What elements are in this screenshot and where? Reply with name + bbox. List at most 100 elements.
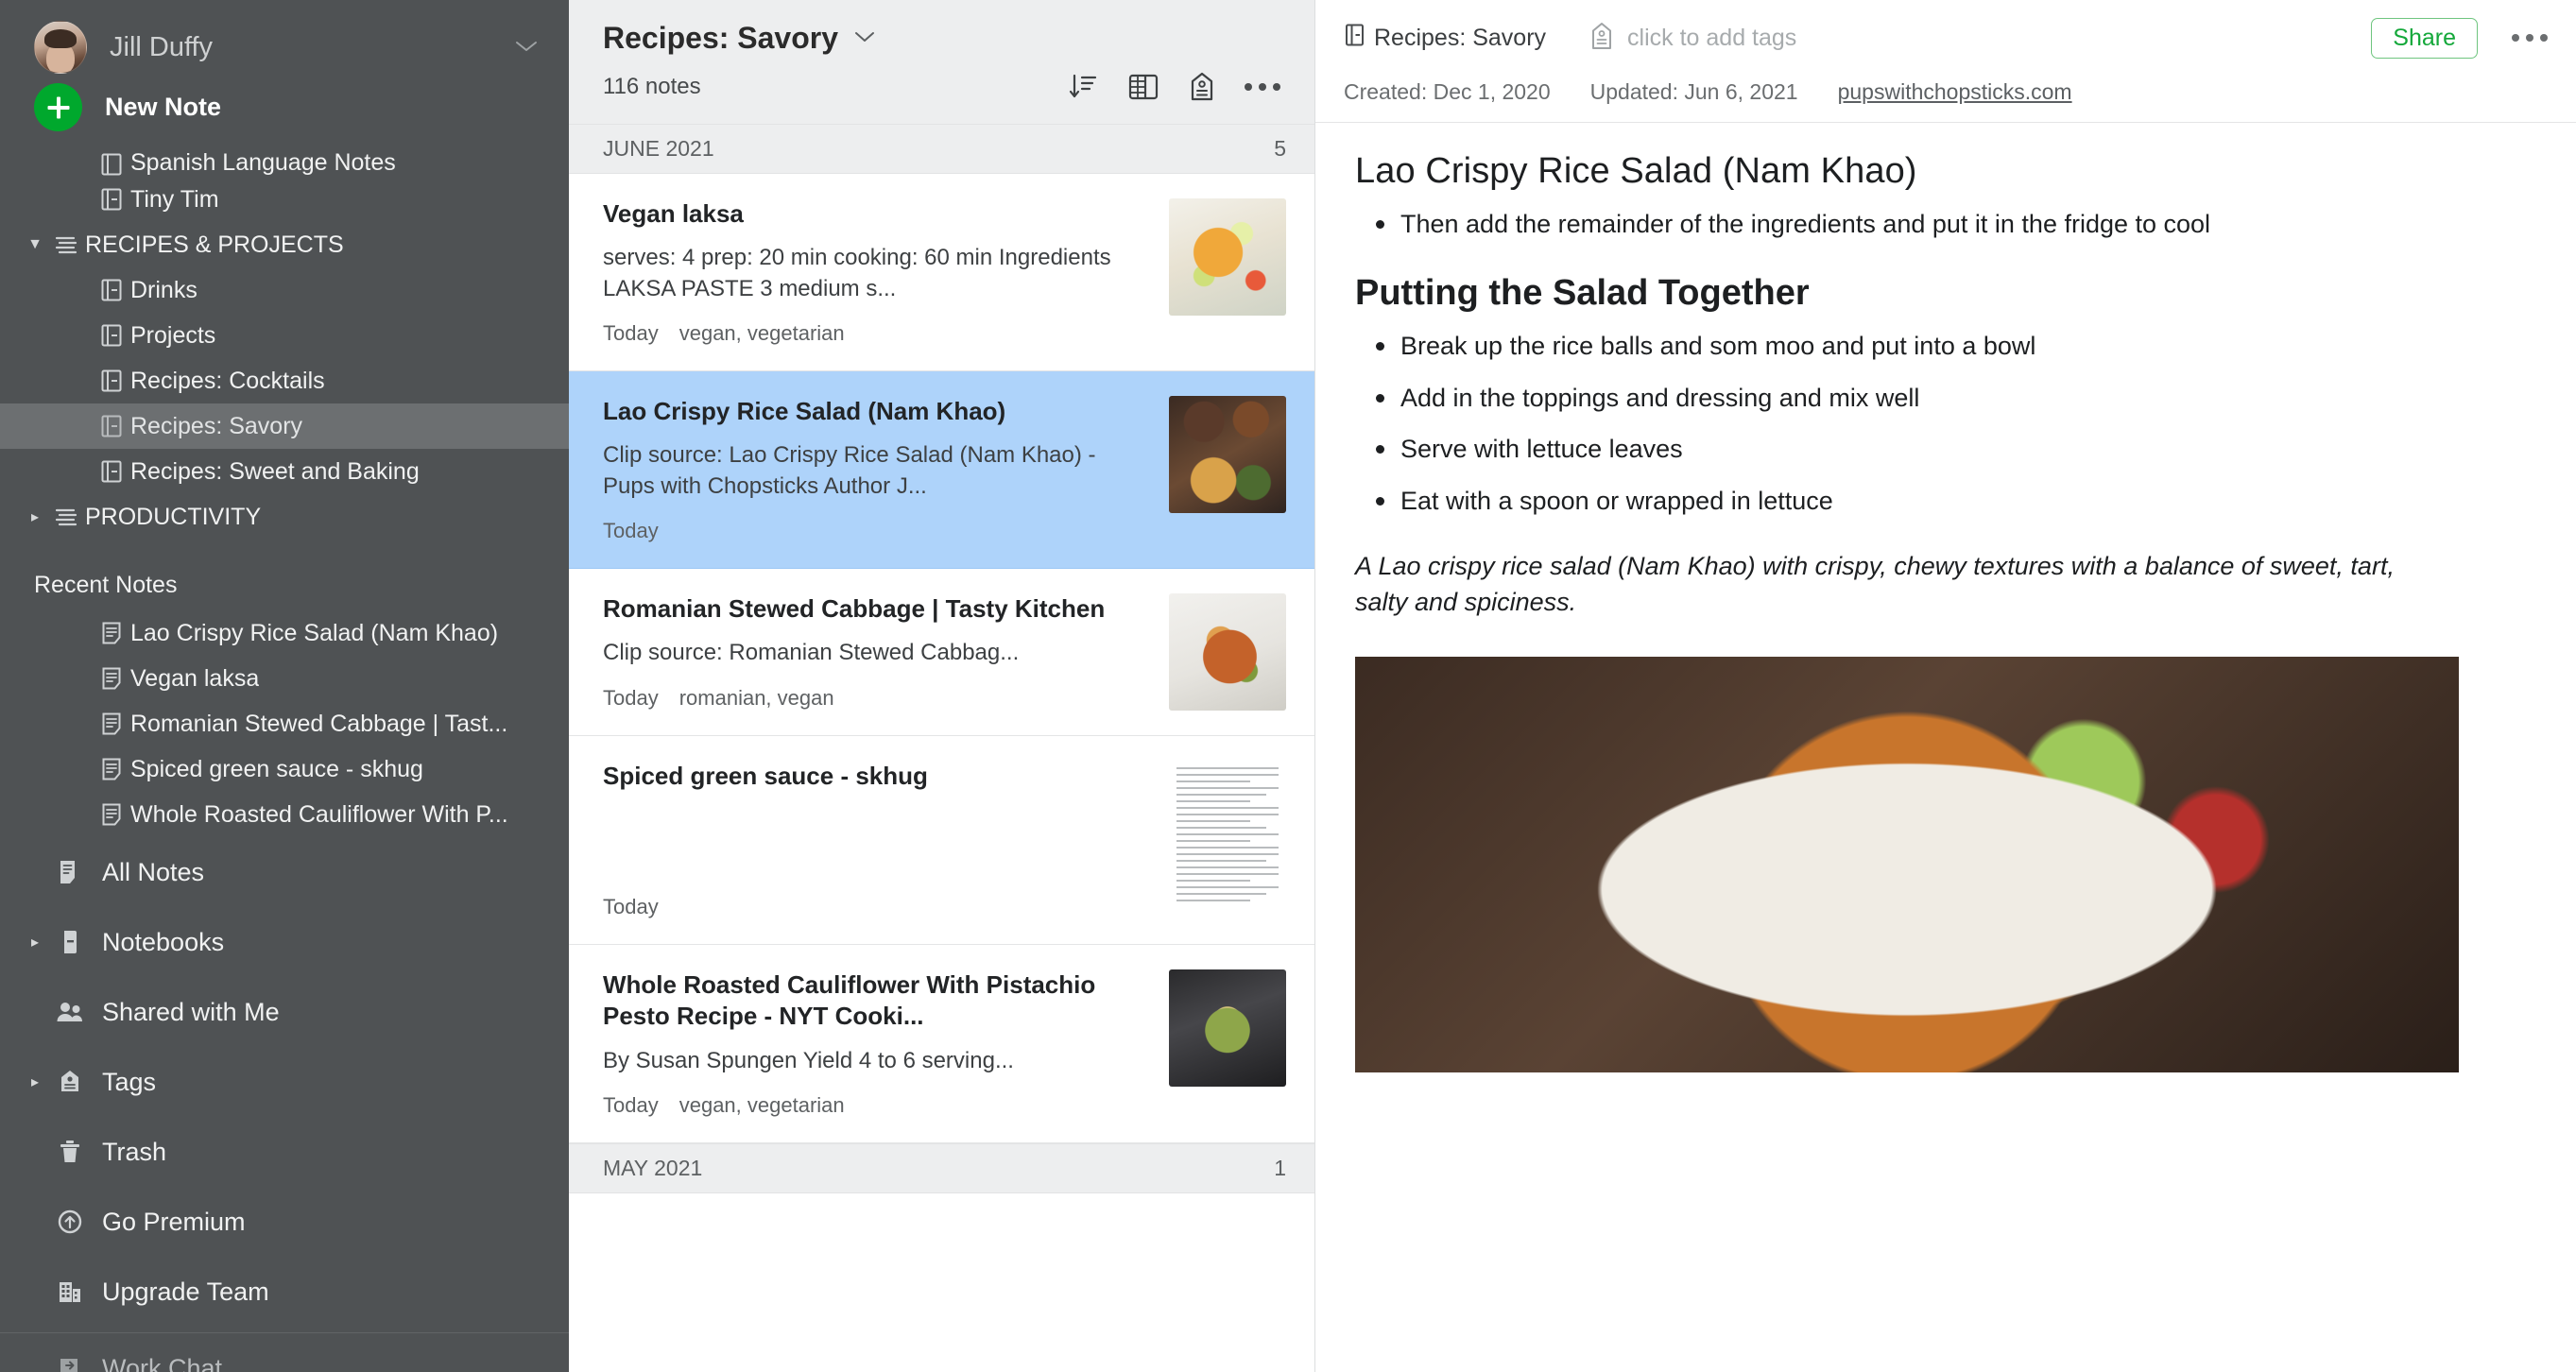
sidebar-main-nav: ▸ All Notes ▸ Notebooks ▸ Shared with Me (0, 837, 569, 1372)
sidebar-item-spanish-language-notes[interactable]: ▸ Spanish Language Notes (0, 145, 569, 177)
month-group-header-june: JUNE 2021 5 (569, 124, 1314, 174)
note-item-snippet: Clip source: Romanian Stewed Cabbag... (603, 640, 1020, 666)
editor-notebook-name: Recipes: Savory (1374, 24, 1547, 51)
note-list-item-romanian-stewed-cabbage[interactable]: Romanian Stewed Cabbage | Tasty Kitchen … (569, 569, 1314, 737)
note-icon (93, 621, 130, 645)
note-list-item-spiced-green-sauce[interactable]: Spiced green sauce - skhug Today (569, 736, 1314, 946)
notebook-icon (93, 414, 130, 438)
note-thumbnail (1169, 761, 1286, 920)
chevron-down-icon[interactable] (853, 27, 876, 49)
notebook-icon (47, 929, 93, 955)
recent-note-romanian-stewed-cabbage[interactable]: ▸ Romanian Stewed Cabbage | Tast... (0, 701, 569, 746)
sidebar-item-trash[interactable]: ▸ Trash (0, 1117, 569, 1187)
note-item-text: Romanian Stewed Cabbage | Tasty Kitchen … (603, 593, 1169, 711)
account-switcher[interactable]: Jill Duffy (0, 0, 569, 83)
sidebar-item-notebooks[interactable]: ▸ Notebooks (0, 907, 569, 977)
note-item-meta: Today vegan, vegetarian (603, 1076, 1148, 1118)
recent-note-vegan-laksa[interactable]: ▸ Vegan laksa (0, 656, 569, 701)
month-label: JUNE 2021 (603, 136, 714, 161)
sidebar-item-label: Projects (130, 321, 216, 349)
view-layout-icon[interactable] (1127, 72, 1159, 102)
sidebar-item-label: Recipes: Savory (130, 412, 303, 439)
sidebar-item-recipes-cocktails[interactable]: ▸ Recipes: Cocktails (0, 358, 569, 403)
chat-icon (47, 1356, 93, 1372)
note-list-item-lao-crispy-rice-salad[interactable]: Lao Crispy Rice Salad (Nam Khao) Clip so… (569, 371, 1314, 570)
sidebar-item-label: Tags (102, 1067, 157, 1096)
stack-icon (47, 506, 85, 528)
note-item-tags: romanian, vegan (678, 686, 834, 711)
note-created-date: Created: Dec 1, 2020 (1344, 79, 1551, 104)
sidebar-item-label: Spanish Language Notes (130, 149, 396, 176)
note-item-date: Today (603, 321, 659, 346)
sort-icon[interactable] (1067, 71, 1099, 103)
note-item-title: Lao Crispy Rice Salad (Nam Khao) (603, 397, 1006, 426)
caret-down-icon[interactable]: ▼ (23, 236, 47, 253)
sidebar-item-recipes-sweet-and-baking[interactable]: ▸ Recipes: Sweet and Baking (0, 449, 569, 494)
note-item-text: Whole Roasted Cauliflower With Pistachio… (603, 969, 1169, 1118)
sidebar-item-label: Tiny Tim (130, 185, 219, 213)
note-bullet: Then add the remainder of the ingredient… (1355, 209, 2538, 239)
notebook-icon (93, 187, 130, 212)
note-list-title-row[interactable]: Recipes: Savory (603, 21, 1286, 56)
sidebar-item-all-notes[interactable]: ▸ All Notes (0, 837, 569, 907)
recent-note-label: Vegan laksa (130, 664, 260, 692)
sidebar-item-label: Recipes: Sweet and Baking (130, 457, 420, 485)
note-list-item-vegan-laksa[interactable]: Vegan laksa serves: 4 prep: 20 min cooki… (569, 174, 1314, 372)
building-icon (47, 1278, 93, 1305)
editor-actions: Share (2371, 17, 2548, 59)
month-group-header-may: MAY 2021 1 (569, 1143, 1314, 1194)
editor-add-tags-button[interactable]: click to add tags (1589, 21, 1796, 56)
sidebar-item-tiny-tim[interactable]: ▸ Tiny Tim (0, 177, 569, 222)
recent-note-lao-crispy-rice-salad[interactable]: ▸ Lao Crispy Rice Salad (Nam Khao) (0, 610, 569, 656)
note-item-meta: Today vegan, vegetarian (603, 304, 1148, 346)
chevron-down-icon[interactable] (514, 35, 544, 60)
note-subheading: Putting the Salad Together (1355, 273, 1810, 314)
note-content[interactable]: Lao Crispy Rice Salad (Nam Khao) Then ad… (1315, 123, 2576, 1072)
sidebar-item-recipes-savory[interactable]: ▸ Recipes: Savory (0, 403, 569, 449)
sidebar-item-label: Drinks (130, 276, 197, 303)
note-thumbnail (1169, 198, 1286, 316)
note-list-header: Recipes: Savory 116 notes (569, 0, 1314, 124)
account-name: Jill Duffy (110, 31, 214, 62)
recent-note-label: Whole Roasted Cauliflower With P... (130, 800, 508, 828)
note-item-text: Vegan laksa serves: 4 prep: 20 min cooki… (603, 198, 1169, 346)
caret-right-icon[interactable]: ▸ (23, 933, 47, 952)
tag-icon (47, 1069, 93, 1095)
caret-right-icon[interactable]: ▸ (23, 1072, 47, 1091)
sidebar-item-tags[interactable]: ▸ Tags (0, 1047, 569, 1117)
sidebar-item-go-premium[interactable]: ▸ Go Premium (0, 1187, 569, 1257)
editor-notebook-selector[interactable]: Recipes: Savory (1344, 22, 1546, 55)
note-item-meta: Today romanian, vegan (603, 669, 1148, 711)
share-button[interactable]: Share (2371, 17, 2478, 59)
new-note-button[interactable]: New Note (0, 83, 569, 131)
recent-note-spiced-green-sauce[interactable]: ▸ Spiced green sauce - skhug (0, 746, 569, 792)
note-item-meta: Today (603, 878, 1148, 919)
note-item-tags: vegan, vegetarian (678, 1093, 845, 1118)
tag-icon (1589, 21, 1614, 56)
sidebar-item-work-chat[interactable]: ▸ Work Chat (0, 1333, 569, 1372)
tag-icon[interactable] (1188, 71, 1216, 103)
note-thumbnail (1169, 969, 1286, 1088)
note-photo (1355, 656, 2459, 1072)
sidebar-item-shared-with-me[interactable]: ▸ Shared with Me (0, 977, 569, 1047)
note-thumbnail (1169, 396, 1286, 514)
note-list-title: Recipes: Savory (603, 21, 839, 55)
sidebar-item-drinks[interactable]: ▸ Drinks (0, 267, 569, 313)
sidebar-item-label: Trash (102, 1137, 167, 1166)
caret-right-icon[interactable]: ▸ (23, 507, 47, 526)
stack-icon (47, 233, 85, 256)
sidebar-stack-productivity[interactable]: ▸ PRODUCTIVITY (0, 494, 569, 540)
sidebar-item-projects[interactable]: ▸ Projects (0, 313, 569, 358)
note-caption: A Lao crispy rice salad (Nam Khao) with … (1355, 551, 2395, 617)
recent-note-whole-roasted-cauliflower[interactable]: ▸ Whole Roasted Cauliflower With P... (0, 792, 569, 837)
all-notes-icon (47, 859, 93, 885)
evernote-app-window: Jill Duffy New Note ▸ Spanish Language N… (0, 0, 2576, 1372)
sidebar-item-upgrade-team[interactable]: ▸ Upgrade Team (0, 1257, 569, 1327)
more-icon[interactable] (1245, 83, 1280, 91)
note-item-snippet: Clip source: Lao Crispy Rice Salad (Nam … (603, 442, 1096, 499)
sidebar-stack-recipes-and-projects[interactable]: ▼ RECIPES & PROJECTS (0, 222, 569, 267)
note-source-link[interactable]: pupswithchopsticks.com (1838, 79, 2072, 105)
more-icon[interactable] (2512, 34, 2548, 42)
note-list-item-whole-roasted-cauliflower[interactable]: Whole Roasted Cauliflower With Pistachio… (569, 945, 1314, 1144)
trash-icon (47, 1139, 93, 1165)
